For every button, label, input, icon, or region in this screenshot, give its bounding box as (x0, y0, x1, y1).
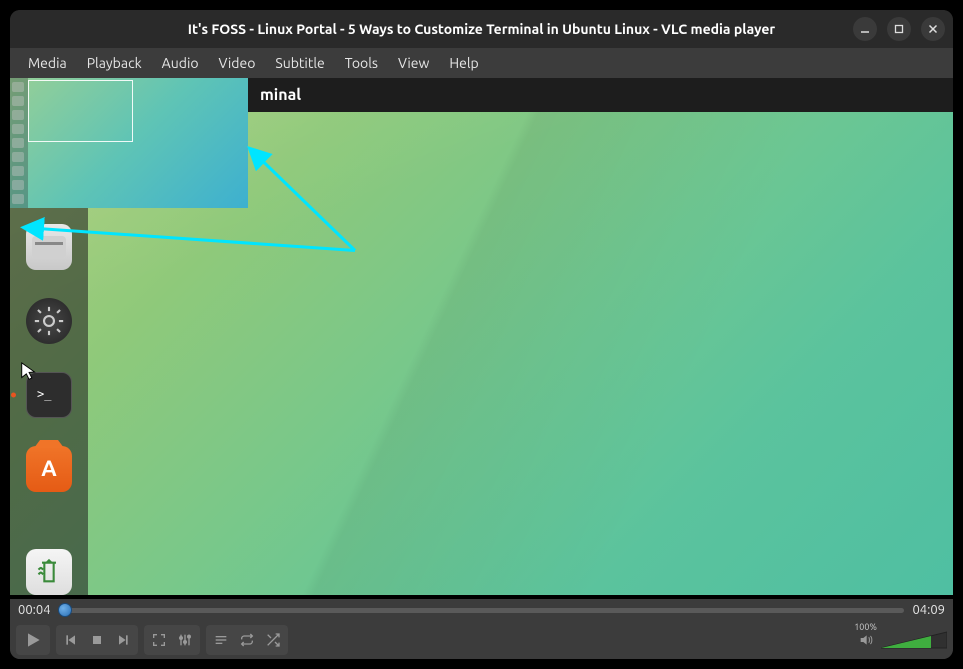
menu-playback[interactable]: Playback (77, 51, 152, 75)
seek-slider[interactable] (59, 608, 905, 613)
volume-slider[interactable] (881, 630, 947, 650)
menu-media[interactable]: Media (18, 51, 77, 75)
nav-group (56, 625, 138, 655)
titlebar: It's FOSS - Linux Portal - 5 Ways to Cus… (10, 10, 953, 48)
window-controls (853, 17, 945, 41)
dock-trash-icon (26, 549, 72, 595)
shuffle-icon (265, 632, 281, 648)
loop-button[interactable] (234, 627, 260, 653)
shuffle-button[interactable] (260, 627, 286, 653)
playlist-group (206, 625, 288, 655)
zoom-viewport-rect (28, 80, 133, 142)
fullscreen-icon (151, 632, 167, 648)
maximize-button[interactable] (887, 17, 911, 41)
menu-help[interactable]: Help (439, 51, 488, 75)
seek-thumb[interactable] (58, 603, 72, 617)
skip-next-icon (115, 632, 131, 648)
dock-terminal-icon (26, 372, 72, 418)
playlist-button[interactable] (208, 627, 234, 653)
play-icon (23, 630, 43, 650)
view-group (144, 625, 200, 655)
minimize-icon (859, 23, 871, 35)
menu-subtitle[interactable]: Subtitle (265, 51, 334, 75)
progress-row: 00:04 04:09 (10, 599, 953, 621)
playlist-icon (213, 632, 229, 648)
extended-settings-button[interactable] (172, 627, 198, 653)
menu-view[interactable]: View (388, 51, 439, 75)
volume-area: 100% (855, 627, 947, 653)
menubar: Media Playback Audio Video Subtitle Tool… (10, 48, 953, 78)
zoom-preview-overlay (10, 78, 248, 208)
video-area[interactable]: minal (10, 78, 953, 599)
time-elapsed[interactable]: 00:04 (18, 603, 51, 617)
control-bar: 100% (10, 621, 953, 659)
play-button[interactable] (16, 625, 50, 655)
time-total[interactable]: 04:09 (912, 603, 945, 617)
equalizer-icon (177, 632, 193, 648)
next-button[interactable] (110, 627, 136, 653)
dock-settings-icon (26, 298, 72, 344)
dock-running-indicator (11, 393, 16, 398)
vlc-window: It's FOSS - Linux Portal - 5 Ways to Cus… (10, 10, 953, 659)
ubuntu-topbar-partial-text: minal (260, 86, 301, 104)
previous-button[interactable] (58, 627, 84, 653)
volume-percent-label: 100% (854, 622, 877, 632)
window-title: It's FOSS - Linux Portal - 5 Ways to Cus… (188, 21, 775, 37)
maximize-icon (893, 23, 905, 35)
volume-wedge-icon (881, 630, 947, 650)
loop-icon (239, 632, 255, 648)
menu-tools[interactable]: Tools (335, 51, 388, 75)
zoom-preview-mini-dock (10, 78, 28, 208)
stop-button[interactable] (84, 627, 110, 653)
skip-previous-icon (63, 632, 79, 648)
close-icon (927, 23, 939, 35)
speaker-icon (858, 632, 874, 648)
dock-files-icon (26, 224, 72, 270)
fullscreen-button[interactable] (146, 627, 172, 653)
menu-video[interactable]: Video (209, 51, 266, 75)
minimize-button[interactable] (853, 17, 877, 41)
close-button[interactable] (921, 17, 945, 41)
dock-software-icon (26, 446, 72, 492)
menu-audio[interactable]: Audio (152, 51, 209, 75)
cursor-icon (19, 361, 41, 383)
stop-icon (89, 632, 105, 648)
